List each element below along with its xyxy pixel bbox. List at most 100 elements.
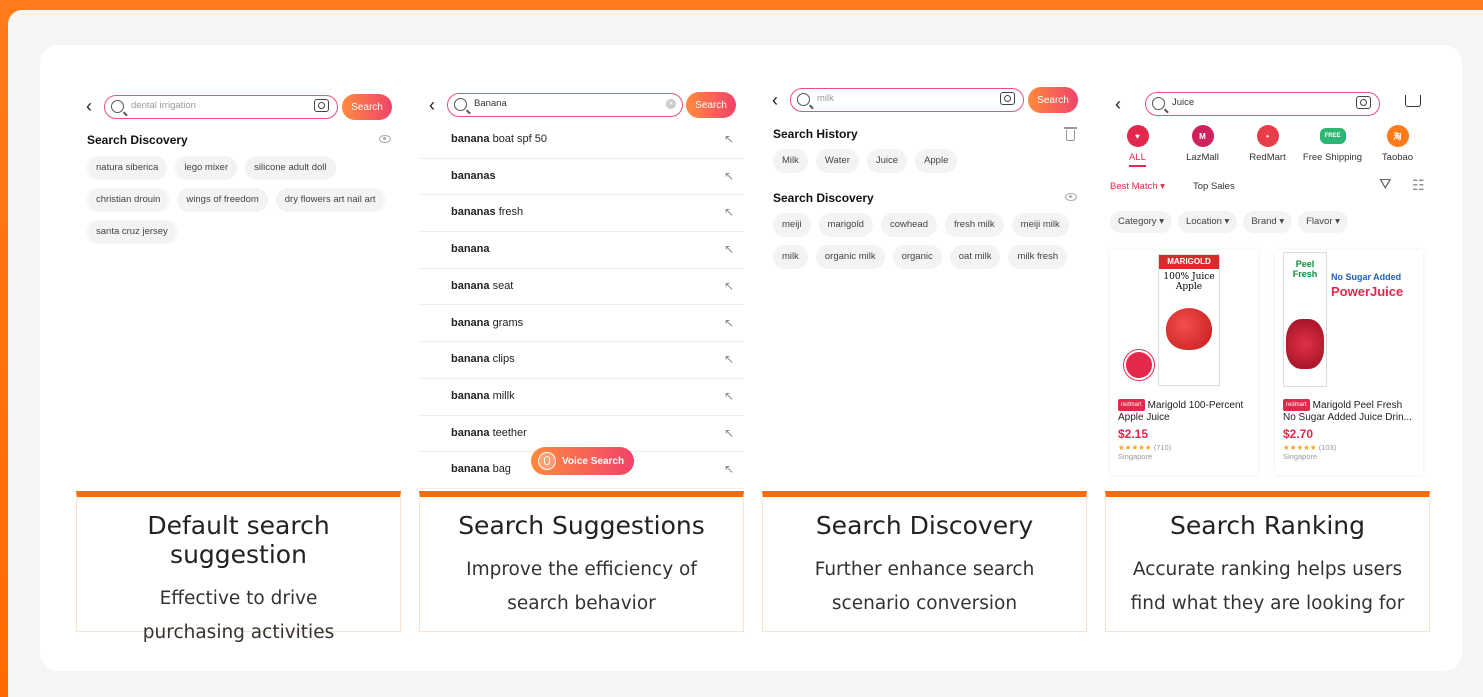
caption-title: Search Discovery bbox=[815, 511, 1034, 540]
product-card[interactable]: MARIGOLD 100% Juice Apple redmart Marigol… bbox=[1110, 250, 1258, 475]
trash-icon[interactable] bbox=[1064, 127, 1077, 141]
discovery-chip[interactable]: christian drouin bbox=[87, 188, 170, 212]
phone-screen: ‹ milk Search Search History Milk Water Ju… bbox=[762, 80, 1087, 491]
suggestion-item[interactable]: banana clips ↖ bbox=[419, 342, 744, 379]
product-price: $2.70 bbox=[1283, 427, 1314, 441]
filter-dropdown[interactable]: Flavor ▾ bbox=[1298, 211, 1348, 233]
camera-icon[interactable] bbox=[1000, 92, 1015, 105]
panel-search-suggestions: ‹ Banana × Search banana boat spf 50 ↖ ban… bbox=[419, 80, 744, 632]
caption-title: Default search suggestion bbox=[147, 511, 330, 569]
suggestion-item[interactable]: banana seat ↖ bbox=[419, 269, 744, 306]
suggestion-item[interactable]: bananas fresh ↖ bbox=[419, 195, 744, 233]
fill-arrow-icon[interactable]: ↖ bbox=[724, 389, 734, 403]
fill-arrow-icon[interactable]: ↖ bbox=[724, 205, 734, 219]
search-input[interactable]: milk bbox=[790, 88, 1024, 112]
suggestion-item[interactable]: banana ↖ bbox=[419, 232, 744, 269]
back-icon[interactable]: ‹ bbox=[86, 97, 92, 115]
clear-icon[interactable]: × bbox=[666, 99, 676, 109]
sort-top-sales[interactable]: Top Sales bbox=[1193, 181, 1235, 192]
search-button[interactable]: Search bbox=[1028, 87, 1078, 113]
back-icon[interactable]: ‹ bbox=[429, 96, 435, 114]
suggestion-text: bananas bbox=[451, 169, 496, 182]
layout-toggle-icon[interactable]: ☷ bbox=[1412, 177, 1425, 194]
voice-search-button[interactable]: Voice Search bbox=[531, 447, 634, 475]
fill-arrow-icon[interactable]: ↖ bbox=[724, 352, 734, 366]
lazmall-icon: M bbox=[1191, 125, 1214, 147]
fill-arrow-icon[interactable]: ↖ bbox=[724, 169, 734, 183]
suggestion-item[interactable]: bananas ↖ bbox=[419, 159, 744, 196]
discovery-chip[interactable]: wings of freedom bbox=[177, 188, 268, 212]
discovery-chip[interactable]: organic milk bbox=[815, 245, 885, 269]
back-icon[interactable]: ‹ bbox=[772, 91, 778, 109]
caption-title: Search Ranking bbox=[1170, 511, 1365, 540]
discovery-chip[interactable]: lego mixer bbox=[175, 156, 238, 180]
history-chip[interactable]: Apple bbox=[915, 149, 958, 173]
discovery-chip[interactable]: organic bbox=[892, 245, 942, 269]
sort-best-match[interactable]: Best Match ▾ bbox=[1110, 181, 1165, 192]
fill-arrow-icon[interactable]: ↖ bbox=[724, 426, 734, 440]
category-tab[interactable]: ♥ ALL bbox=[1106, 125, 1170, 167]
discovery-chip[interactable]: cowhead bbox=[880, 213, 937, 237]
discovery-chip[interactable]: santa cruz jersey bbox=[87, 220, 177, 244]
fill-arrow-icon[interactable]: ↖ bbox=[724, 462, 734, 476]
filter-icon[interactable]: ⛛ bbox=[1379, 176, 1392, 193]
discovery-chip[interactable]: oat milk bbox=[949, 245, 1001, 269]
filter-chips: Category ▾ Location ▾ Brand ▾ Flavor ▾ bbox=[1110, 211, 1348, 233]
camera-icon[interactable] bbox=[1356, 96, 1371, 109]
discovery-chip[interactable]: milk bbox=[773, 245, 808, 269]
fill-arrow-icon[interactable]: ↖ bbox=[724, 316, 734, 330]
category-tab[interactable]: M LazMall bbox=[1171, 125, 1235, 167]
suggestion-item[interactable]: banana boat spf 50 ↖ bbox=[419, 122, 744, 159]
discovery-chip[interactable]: dry flowers art nail art bbox=[275, 188, 385, 212]
box-brand: MARIGOLD bbox=[1159, 255, 1219, 269]
discovery-chip[interactable]: meiji bbox=[773, 213, 811, 237]
discovery-chip[interactable]: meiji milk bbox=[1011, 213, 1069, 237]
filter-dropdown[interactable]: Category ▾ bbox=[1110, 211, 1172, 233]
box-sub: PowerJuice bbox=[1331, 284, 1404, 299]
suggestion-item[interactable]: banana grams ↖ bbox=[419, 306, 744, 343]
history-chip[interactable]: Milk bbox=[773, 149, 808, 173]
category-tab[interactable]: FREE Free Shipping bbox=[1301, 125, 1365, 167]
eye-icon[interactable] bbox=[1065, 193, 1077, 201]
phone-screen: ‹ Banana × Search banana boat spf 50 ↖ ban… bbox=[419, 80, 744, 491]
suggestion-text: banana clips bbox=[451, 353, 515, 366]
eye-icon[interactable] bbox=[379, 135, 391, 143]
discovery-chip[interactable]: milk fresh bbox=[1008, 245, 1068, 269]
phone-screen: ‹ dental irrigation Search Search Discov… bbox=[76, 80, 401, 491]
discovery-title: Search Discovery bbox=[773, 191, 874, 205]
product-card[interactable]: Peel Fresh No Sugar Added PowerJuice red… bbox=[1275, 250, 1423, 475]
suggestion-item[interactable]: banana millk ↖ bbox=[419, 379, 744, 416]
search-text: Juice bbox=[1172, 97, 1195, 108]
fill-arrow-icon[interactable]: ↖ bbox=[724, 242, 734, 256]
product-name: redmart Marigold 100-Percent Apple Juice bbox=[1118, 399, 1244, 423]
product-location: Singapore bbox=[1118, 452, 1153, 461]
history-chip[interactable]: Water bbox=[815, 149, 859, 173]
search-button[interactable]: Search bbox=[342, 94, 392, 120]
discovery-chip[interactable]: natura siberica bbox=[87, 156, 168, 180]
product-rating: ★★★★★ (710) bbox=[1118, 443, 1172, 452]
search-input[interactable]: Juice bbox=[1145, 92, 1380, 116]
panel-search-discovery: ‹ milk Search Search History Milk Water Ju… bbox=[762, 80, 1087, 632]
redmart-icon: • bbox=[1256, 125, 1279, 147]
back-icon[interactable]: ‹ bbox=[1115, 95, 1121, 113]
discovery-chip[interactable]: silicone adult doll bbox=[245, 156, 336, 180]
discovery-chip[interactable]: marigold bbox=[818, 213, 873, 237]
fill-arrow-icon[interactable]: ↖ bbox=[724, 132, 734, 146]
caption: Search Ranking Accurate ranking helps us… bbox=[1105, 491, 1430, 632]
search-input[interactable]: dental irrigation bbox=[104, 95, 338, 119]
history-title: Search History bbox=[773, 127, 858, 141]
filter-dropdown[interactable]: Location ▾ bbox=[1177, 211, 1238, 233]
history-chips: Milk Water Juice Apple bbox=[773, 149, 1073, 173]
filter-dropdown[interactable]: Brand ▾ bbox=[1243, 211, 1293, 233]
cart-icon[interactable] bbox=[1405, 95, 1421, 107]
discovery-chips: natura siberica lego mixer silicone adult … bbox=[87, 156, 387, 244]
category-tab[interactable]: • RedMart bbox=[1236, 125, 1300, 167]
category-tab[interactable]: 淘 Taobao bbox=[1366, 125, 1430, 167]
discovery-chip[interactable]: fresh milk bbox=[945, 213, 1004, 237]
camera-icon[interactable] bbox=[314, 99, 329, 112]
history-chip[interactable]: Juice bbox=[866, 149, 908, 173]
fill-arrow-icon[interactable]: ↖ bbox=[724, 279, 734, 293]
search-input[interactable]: Banana × bbox=[447, 93, 683, 117]
search-button[interactable]: Search bbox=[686, 92, 736, 118]
suggestion-text: banana bbox=[451, 243, 490, 256]
